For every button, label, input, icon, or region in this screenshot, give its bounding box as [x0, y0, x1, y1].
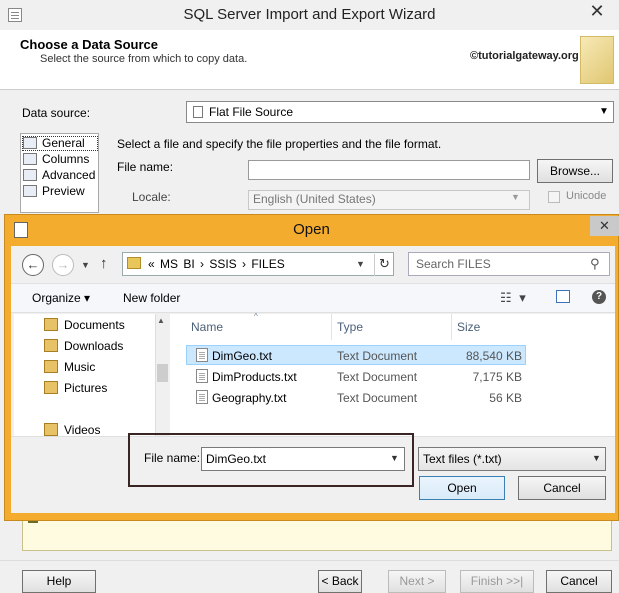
nav-item-preview[interactable]: Preview — [23, 184, 85, 200]
file-type-cell: Text Document — [337, 391, 418, 405]
column-header-name[interactable]: Name — [191, 320, 223, 334]
file-size-cell: 88,540 KB — [465, 349, 522, 363]
back-button[interactable]: < Back — [318, 570, 362, 593]
chevron-down-icon: ▼ — [511, 192, 520, 202]
browse-button[interactable]: Browse... — [537, 159, 613, 183]
nav-item-general[interactable]: General — [23, 136, 85, 152]
up-arrow-icon[interactable]: ↑ — [100, 255, 108, 272]
music-folder-icon — [44, 360, 58, 373]
text-file-icon — [196, 390, 208, 404]
back-arrow-icon[interactable]: ← — [22, 254, 44, 276]
downloads-folder-icon — [44, 339, 58, 352]
tree-scroll-thumb[interactable] — [157, 364, 168, 382]
tree-item-downloads[interactable]: Downloads — [44, 339, 123, 357]
dialog-file-name-label: File name: — [144, 451, 201, 465]
page-icon — [23, 153, 37, 165]
column-divider[interactable] — [451, 314, 452, 340]
column-divider[interactable] — [331, 314, 332, 340]
nav-item-advanced[interactable]: Advanced — [23, 168, 95, 184]
organize-menu[interactable]: Organize ▾ — [32, 291, 90, 305]
header-art-icon — [580, 36, 614, 84]
open-button[interactable]: Open — [419, 476, 505, 500]
file-name-input[interactable] — [248, 160, 530, 180]
wizard-close-button[interactable]: ✕ — [575, 0, 619, 22]
documents-folder-icon — [44, 318, 58, 331]
file-size-cell: 56 KB — [489, 391, 522, 405]
data-source-value: Flat File Source — [209, 105, 294, 119]
text-file-icon — [196, 369, 208, 383]
file-size-cell: 7,175 KB — [472, 370, 522, 384]
nav-item-columns[interactable]: Columns — [23, 152, 89, 168]
recent-locations-chevron-icon[interactable]: ▼ — [81, 260, 90, 270]
page-icon — [23, 185, 37, 197]
help-icon[interactable]: ? — [592, 290, 606, 304]
preview-pane-icon[interactable] — [556, 290, 570, 303]
sort-caret-icon: ^ — [254, 312, 258, 321]
change-view-icon[interactable]: ☷ ▾ — [500, 290, 528, 306]
search-icon[interactable]: ⚲ — [590, 256, 600, 272]
data-source-label: Data source: — [22, 106, 91, 120]
tree-item-documents[interactable]: Documents — [44, 318, 125, 336]
watermark: ©tutorialgateway.org — [470, 50, 579, 62]
open-dialog-close-button[interactable]: ✕ — [590, 216, 619, 236]
forward-arrow-icon[interactable]: → — [52, 254, 74, 276]
locale-select[interactable]: English (United States) — [248, 190, 530, 210]
new-folder-button[interactable]: New folder — [123, 291, 180, 305]
videos-folder-icon — [44, 423, 58, 436]
column-header-size[interactable]: Size — [457, 320, 480, 334]
wizard-title: SQL Server Import and Export Wizard — [183, 6, 436, 23]
unicode-checkbox[interactable] — [548, 191, 560, 203]
tree-item-pictures[interactable]: Pictures — [44, 381, 107, 399]
file-name-label: File name: — [117, 160, 174, 174]
address-chevron-down-icon[interactable]: ▼ — [356, 259, 365, 269]
pictures-folder-icon — [44, 381, 58, 394]
chevron-down-icon[interactable]: ▼ — [596, 103, 612, 121]
file-type-cell: Text Document — [337, 370, 418, 384]
file-type-value: Text files (*.txt) — [423, 452, 502, 466]
unicode-label: Unicode — [566, 190, 607, 202]
tree-item-music[interactable]: Music — [44, 360, 95, 378]
file-name-cell[interactable]: DimGeo.txt — [212, 349, 272, 369]
column-header-type[interactable]: Type — [337, 320, 363, 334]
page-icon — [23, 137, 37, 149]
chevron-down-icon[interactable]: ▼ — [592, 453, 601, 463]
scroll-up-arrow-icon[interactable]: ▲ — [157, 316, 165, 325]
properties-description: Select a file and specify the file prope… — [117, 137, 442, 151]
chevron-down-icon[interactable]: ▼ — [390, 453, 399, 463]
page-title: Choose a Data Source — [20, 37, 158, 52]
help-button[interactable]: Help — [22, 570, 96, 593]
page-subtitle: Select the source from which to copy dat… — [40, 53, 248, 65]
open-dialog-title: Open — [293, 221, 330, 238]
locale-label: Locale: — [132, 190, 171, 204]
file-name-cell[interactable]: DimProducts.txt — [212, 370, 297, 390]
folder-icon — [127, 257, 141, 269]
finish-button[interactable]: Finish >>| — [460, 570, 534, 593]
search-placeholder: Search FILES — [416, 257, 491, 271]
flat-file-icon — [193, 106, 203, 118]
dialog-file-name-value[interactable]: DimGeo.txt — [206, 452, 266, 466]
text-file-icon — [196, 348, 208, 362]
cancel-button[interactable]: Cancel — [546, 570, 612, 593]
refresh-icon[interactable]: ↻ — [374, 254, 394, 276]
file-name-cell[interactable]: Geography.txt — [212, 391, 286, 411]
file-type-cell: Text Document — [337, 349, 418, 363]
page-icon — [23, 169, 37, 181]
breadcrumb[interactable]: « MS BI › SSIS › FILES — [148, 257, 285, 271]
next-button[interactable]: Next > — [388, 570, 446, 593]
dialog-cancel-button[interactable]: Cancel — [518, 476, 606, 500]
